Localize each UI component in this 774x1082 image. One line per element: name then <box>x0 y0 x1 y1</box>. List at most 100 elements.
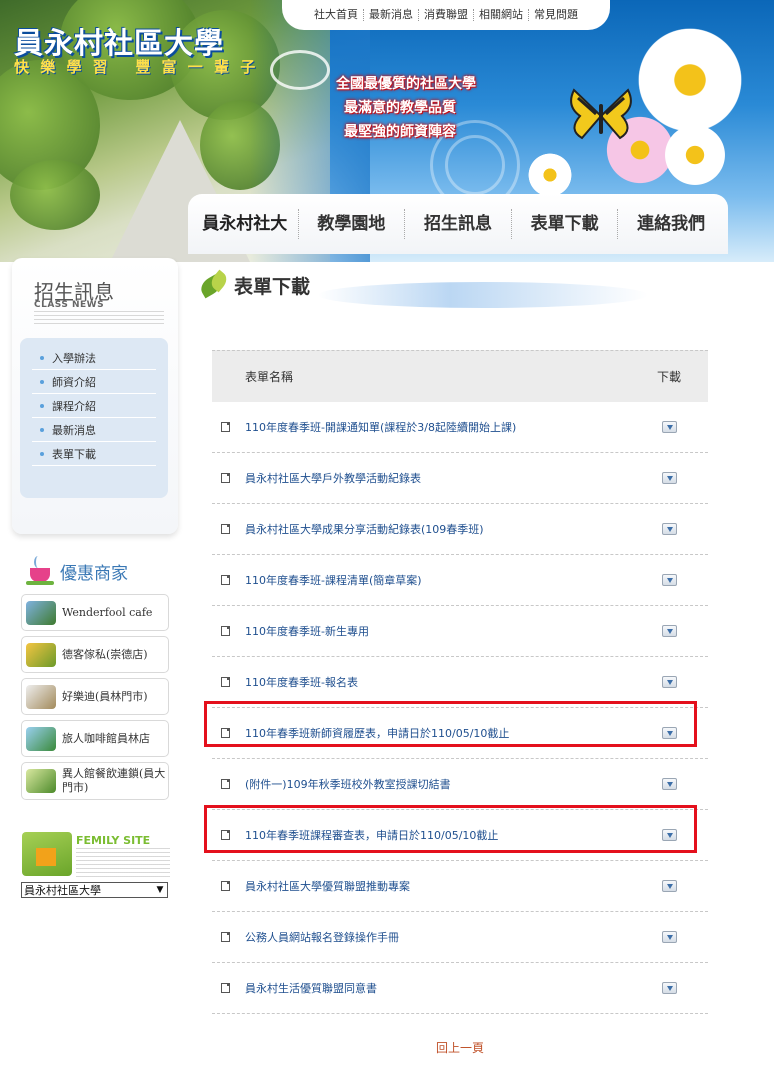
top-link-alliance[interactable]: 消費聯盟 <box>419 9 474 21</box>
nav-item-contact[interactable]: 連絡我們 <box>618 209 724 239</box>
highlight-box-1 <box>204 701 697 747</box>
nav-item-forms[interactable]: 表單下載 <box>512 209 619 239</box>
sidebar-item-courses[interactable]: 課程介紹 <box>32 394 156 418</box>
download-icon[interactable] <box>661 625 677 637</box>
page-title: 表單下載 <box>234 275 311 298</box>
bullet-icon <box>40 355 44 360</box>
form-link[interactable]: 員永村社區大學戶外教學活動紀錄表 <box>245 470 630 486</box>
family-site-fine-print <box>76 848 170 878</box>
sidebar-item-news[interactable]: 最新消息 <box>32 418 156 442</box>
shop-name: 異人館餐飲連鎖(員大門市) <box>62 767 166 794</box>
sidebar-panel: 招生訊息 CLASS NEWS 入學辦法 師資介紹 課程介紹 最新消息 表單下載 <box>12 258 178 534</box>
top-link-related-sites[interactable]: 相關網站 <box>474 9 529 21</box>
main-nav: 員永村社大 教學園地 招生訊息 表單下載 連絡我們 <box>188 194 728 254</box>
promo-line-2: 最滿意的教學品質 <box>344 100 456 116</box>
back-link[interactable]: 回上一頁 <box>0 1039 774 1056</box>
top-link-home[interactable]: 社大首頁 <box>309 9 364 21</box>
download-icon[interactable] <box>661 676 677 688</box>
leaf-icon <box>196 269 232 300</box>
shop-link-5[interactable]: 異人館餐飲連鎖(員大門市) <box>21 762 169 800</box>
site-slogan: 快 樂 學 習 豐 富 一 輩 子 <box>14 58 259 76</box>
column-header-name: 表單名稱 <box>245 370 294 384</box>
document-icon <box>221 422 230 432</box>
table-row: 員永村社區大學成果分享活動紀錄表(109春季班) <box>212 504 708 555</box>
table-row: (附件一)109年秋季班校外教室授課切結書 <box>212 759 708 810</box>
bullet-icon <box>40 451 44 456</box>
form-link[interactable]: 員永村社區大學成果分享活動紀錄表(109春季班) <box>245 521 630 537</box>
sidebar-item-label: 入學辦法 <box>52 351 96 365</box>
download-icon[interactable] <box>661 421 677 433</box>
table-header: 表單名稱 下載 <box>212 350 708 402</box>
download-icon[interactable] <box>661 574 677 586</box>
table-row: 110年度春季班-課程清單(簡章草案) <box>212 555 708 606</box>
bullet-icon <box>40 403 44 408</box>
family-site-title: FEMILY SITE <box>76 834 151 847</box>
sidebar-item-label: 課程介紹 <box>52 399 96 413</box>
shops-heading: 優惠商家 <box>26 556 128 586</box>
shop-name: 好樂迪(員林門市) <box>62 689 148 703</box>
shop-thumbnail-icon <box>26 769 56 793</box>
shop-link-1[interactable]: Wenderfool cafe <box>21 594 169 631</box>
highlight-box-2 <box>204 805 697 853</box>
download-icon[interactable] <box>661 880 677 892</box>
form-link[interactable]: 公務人員網站報名登錄操作手冊 <box>245 929 630 945</box>
form-link[interactable]: 員永村社區大學優質聯盟推動專案 <box>245 878 630 894</box>
shop-name: 德客傢私(崇德店) <box>62 647 148 661</box>
top-links-bar: 社大首頁 最新消息 消費聯盟 相關網站 常見問題 <box>282 0 610 30</box>
form-link[interactable]: (附件一)109年秋季班校外教室授課切結書 <box>245 776 630 792</box>
nav-item-enrollment[interactable]: 招生訊息 <box>405 209 512 239</box>
shop-thumbnail-icon <box>26 684 56 709</box>
page-heading: 表單下載 <box>196 269 311 300</box>
column-header-download: 下載 <box>656 370 681 384</box>
document-icon <box>221 779 230 789</box>
document-icon <box>221 473 230 483</box>
download-cell <box>630 421 708 433</box>
form-link[interactable]: 110年度春季班-新生專用 <box>245 623 630 639</box>
promo-line-3: 最堅強的師資陣容 <box>344 124 456 140</box>
document-icon <box>221 932 230 942</box>
coffee-cup-icon <box>26 556 54 586</box>
document-icon <box>221 881 230 891</box>
sidebar-item-forms[interactable]: 表單下載 <box>32 442 156 466</box>
nav-item-teaching[interactable]: 教學園地 <box>299 209 406 239</box>
download-cell <box>630 778 708 790</box>
download-cell <box>630 523 708 535</box>
sidebar-item-admission[interactable]: 入學辦法 <box>32 346 156 370</box>
download-icon[interactable] <box>661 931 677 943</box>
shop-thumbnail-icon <box>26 600 56 625</box>
heading-swoosh-decoration <box>318 282 648 308</box>
nav-item-about[interactable]: 員永村社大 <box>192 209 299 239</box>
top-link-faq[interactable]: 常見問題 <box>529 9 583 21</box>
download-cell <box>630 676 708 688</box>
top-link-news[interactable]: 最新消息 <box>364 9 419 21</box>
form-link[interactable]: 員永村生活優質聯盟同意書 <box>245 980 630 996</box>
download-icon[interactable] <box>661 982 677 994</box>
document-icon <box>221 983 230 993</box>
promo-text: 全國最優質的社區大學 最滿意的教學品質 最堅強的師資陣容 <box>336 72 476 144</box>
download-cell <box>630 574 708 586</box>
form-link[interactable]: 110年度春季班-報名表 <box>245 674 630 690</box>
shop-link-2[interactable]: 德客傢私(崇德店) <box>21 636 169 673</box>
butterfly-icon <box>570 88 632 140</box>
download-icon[interactable] <box>661 472 677 484</box>
document-icon <box>221 524 230 534</box>
form-link[interactable]: 110年度春季班-課程清單(簡章草案) <box>245 572 630 588</box>
download-icon[interactable] <box>661 778 677 790</box>
shop-link-4[interactable]: 旅人咖啡館員林店 <box>21 720 169 757</box>
shop-link-3[interactable]: 好樂迪(員林門市) <box>21 678 169 715</box>
sidebar-menu: 入學辦法 師資介紹 課程介紹 最新消息 表單下載 <box>20 338 168 498</box>
table-row: 員永村社區大學戶外教學活動紀錄表 <box>212 453 708 504</box>
download-icon[interactable] <box>661 523 677 535</box>
shop-name: Wenderfool cafe <box>62 605 153 619</box>
download-cell <box>630 625 708 637</box>
family-site-banner: FEMILY SITE <box>22 832 170 880</box>
family-site-logo-icon <box>22 832 72 876</box>
family-site-select[interactable]: 員永村社區大學 ▼ <box>21 882 168 898</box>
shop-thumbnail-icon <box>26 726 56 751</box>
chevron-down-icon: ▼ <box>156 885 164 895</box>
table-row: 公務人員網站報名登錄操作手冊 <box>212 912 708 963</box>
forms-table: 表單名稱 下載 110年度春季班-開課通知單(課程於3/8起陸續開始上課) 員永村… <box>212 350 708 1014</box>
bullet-icon <box>40 427 44 432</box>
sidebar-item-teachers[interactable]: 師資介紹 <box>32 370 156 394</box>
form-link[interactable]: 110年度春季班-開課通知單(課程於3/8起陸續開始上課) <box>245 419 630 435</box>
